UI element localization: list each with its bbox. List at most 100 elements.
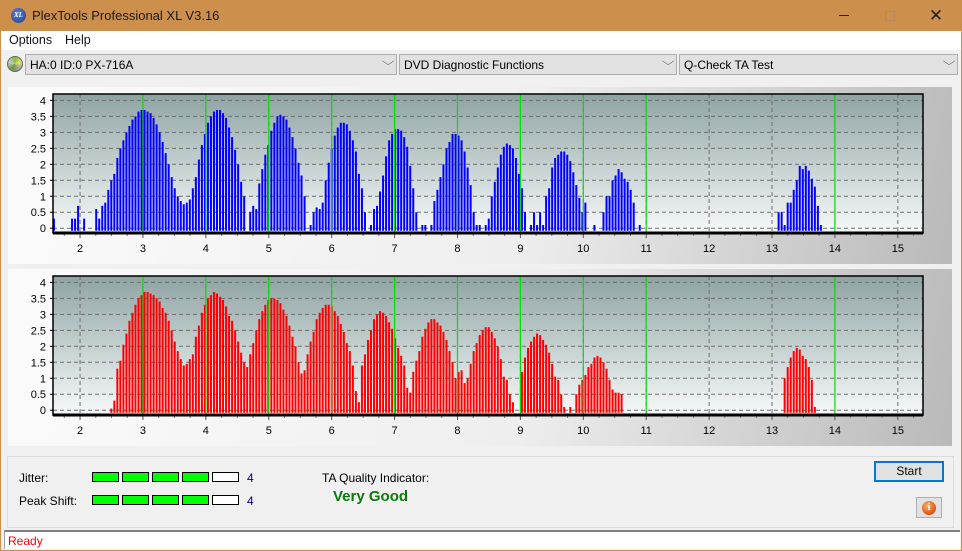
histogram-bar	[255, 209, 258, 231]
histogram-bar	[484, 327, 487, 413]
histogram-bar	[228, 315, 231, 413]
histogram-bar	[783, 378, 786, 413]
histogram-bar	[499, 359, 502, 413]
minimize-icon	[839, 15, 849, 16]
histogram-bar	[170, 330, 173, 413]
histogram-bar	[421, 336, 424, 413]
drive-select-value: HA:0 ID:0 PX-716A	[30, 58, 134, 72]
histogram-bar	[258, 319, 261, 413]
histogram-bar	[261, 169, 264, 231]
histogram-bar	[409, 392, 412, 413]
x-tick-label: 3	[140, 425, 146, 437]
meter-segment	[92, 472, 119, 482]
y-tick-label: 2	[40, 159, 46, 171]
histogram-bar	[508, 145, 511, 231]
meter-segment	[92, 495, 119, 505]
histogram-bar	[321, 307, 324, 413]
histogram-bar	[312, 331, 315, 413]
histogram-bar	[297, 362, 300, 413]
histogram-bar	[789, 202, 792, 231]
x-tick-label: 4	[203, 243, 209, 255]
histogram-bar	[620, 172, 623, 231]
toolbar: HA:0 ID:0 PX-716A ⌵ DVD Diagnostic Funct…	[1, 50, 961, 78]
jitter-label: Jitter:	[19, 471, 49, 485]
histogram-bar	[146, 291, 149, 413]
jitter-value: 4	[247, 471, 254, 485]
status-bar: Ready	[4, 530, 960, 549]
histogram-bar	[342, 122, 345, 231]
histogram-bar	[333, 135, 336, 231]
histogram-bar	[527, 347, 530, 413]
function-select[interactable]: DVD Diagnostic Functions ⌵	[399, 54, 677, 75]
x-tick-label: 8	[454, 425, 460, 437]
histogram-bar	[475, 225, 478, 231]
histogram-bar	[234, 149, 237, 231]
histogram-bar	[566, 154, 569, 231]
histogram-bar	[605, 196, 608, 231]
histogram-bar	[490, 331, 493, 413]
minimize-button[interactable]	[821, 0, 867, 31]
histogram-bar	[194, 336, 197, 413]
histogram-bar	[469, 363, 472, 413]
histogram-bar	[179, 201, 182, 231]
test-select[interactable]: Q-Check TA Test ⌵	[679, 54, 958, 75]
histogram-bar	[288, 127, 291, 231]
histogram-bar	[225, 306, 228, 413]
histogram-bar	[143, 109, 146, 231]
histogram-bar	[406, 146, 409, 231]
peak-shift-label: Peak Shift:	[19, 494, 78, 508]
histogram-bar	[421, 225, 424, 231]
y-tick-label: 0	[40, 223, 46, 235]
histogram-bar	[200, 145, 203, 231]
maximize-button[interactable]	[867, 0, 913, 31]
histogram-bar	[134, 116, 137, 231]
histogram-bar	[249, 212, 252, 231]
histogram-bar	[110, 408, 113, 413]
histogram-bar	[584, 375, 587, 413]
histogram-bar	[517, 173, 520, 231]
meter-segment	[212, 472, 239, 482]
histogram-bar	[122, 140, 125, 231]
histogram-bar	[237, 341, 240, 413]
histogram-bar	[623, 178, 626, 231]
histogram-bar	[611, 389, 614, 413]
drive-select[interactable]: HA:0 ID:0 PX-716A ⌵	[25, 54, 397, 75]
histogram-bar	[466, 167, 469, 231]
histogram-bar	[554, 376, 557, 413]
histogram-bar	[542, 339, 545, 413]
histogram-bar	[345, 343, 348, 413]
histogram-bar	[813, 186, 816, 231]
histogram-bar	[403, 365, 406, 413]
title-bar[interactable]: XL PlexTools Professional XL V3.16 ✕	[1, 0, 961, 31]
histogram-bar	[617, 392, 620, 413]
histogram-bar	[472, 212, 475, 231]
histogram-bar	[478, 335, 481, 413]
y-tick-label: 1	[40, 373, 46, 385]
chevron-down-icon: ⌵	[661, 56, 675, 68]
x-tick-label: 14	[829, 243, 841, 255]
info-button[interactable]: i	[916, 497, 942, 518]
close-button[interactable]: ✕	[913, 0, 959, 31]
histogram-bar	[309, 341, 312, 413]
histogram-bar	[264, 304, 267, 413]
histogram-bar	[481, 330, 484, 413]
land-ta-histogram: 0 0.5 1 1.5 2 2.5 3 3.5 4 2 3 4 5 6 7 8 9 10 11 12 13 14 15	[31, 93, 924, 255]
info-icon: i	[922, 500, 936, 515]
histogram-bar	[397, 347, 400, 413]
start-button[interactable]: Start	[874, 461, 944, 482]
histogram-bar	[424, 225, 427, 231]
menu-help[interactable]: Help	[65, 33, 91, 47]
histogram-bar	[134, 304, 137, 413]
histogram-bar	[143, 291, 146, 413]
histogram-bar	[810, 178, 813, 231]
histogram-bar	[279, 114, 282, 231]
histogram-bar	[342, 331, 345, 413]
histogram-bar	[101, 205, 104, 231]
pit-chart-panel: 0 0.5 1 1.5 2 2.5 3 3.5 4 2 3 4 5 6 7 8 9 10 11 12 13 14 15	[8, 269, 952, 446]
histogram-bar	[206, 122, 209, 231]
histogram-bar	[415, 212, 418, 231]
menu-options[interactable]: Options	[9, 33, 52, 47]
histogram-bar	[807, 170, 810, 231]
histogram-bar	[188, 359, 191, 413]
histogram-bar	[801, 355, 804, 413]
